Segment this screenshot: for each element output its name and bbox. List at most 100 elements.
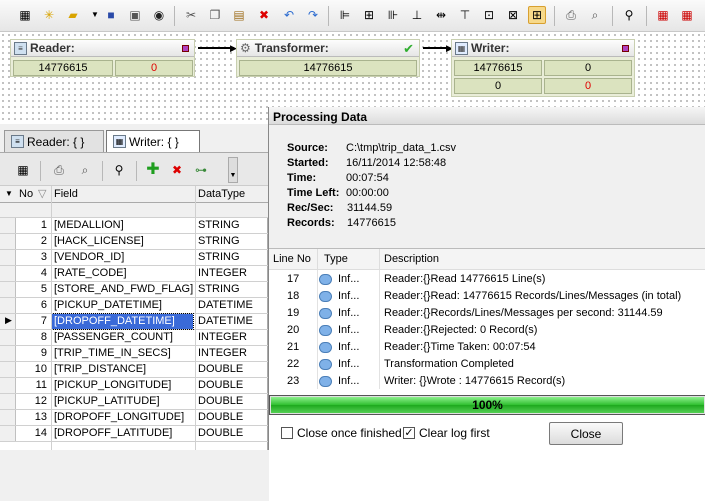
row-field[interactable]: [STORE_AND_FWD_FLAG] <box>54 283 193 295</box>
cut-icon[interactable]: ✂ <box>182 6 200 24</box>
row-type[interactable]: DATETIME <box>198 299 253 311</box>
log-header-line[interactable]: Line No <box>273 253 311 265</box>
tab-reader[interactable]: ≡ Reader: { } <box>4 130 104 152</box>
row-type[interactable]: DOUBLE <box>198 363 243 375</box>
row-type[interactable]: DOUBLE <box>198 379 243 391</box>
toolbar-overflow-icon[interactable]: ▼ <box>228 157 238 183</box>
filter-icon[interactable]: ▽ <box>38 187 46 200</box>
tab-writer[interactable]: ▦ Writer: { } <box>106 130 200 152</box>
row-type[interactable]: INTEGER <box>198 331 247 343</box>
table-row[interactable]: 6 [PICKUP_DATETIME] DATETIME <box>0 298 268 314</box>
field-print-icon[interactable]: ⎙ <box>50 161 68 179</box>
row-field[interactable]: [RATE_CODE] <box>54 267 127 279</box>
transformer-node[interactable]: ⚙ Transformer: ✔ 14776615 <box>236 39 420 77</box>
row-indicator[interactable] <box>0 362 16 377</box>
row-field[interactable]: [TRIP_TIME_IN_SECS] <box>54 347 171 359</box>
row-indicator[interactable] <box>0 346 16 361</box>
log-row[interactable]: 22 Inf... Transformation Completed <box>269 356 705 373</box>
distribute-v-icon[interactable]: ⊡ <box>480 6 498 24</box>
table-row[interactable]: 10 [TRIP_DISTANCE] DOUBLE <box>0 362 268 378</box>
row-type[interactable]: DOUBLE <box>198 411 243 423</box>
row-type[interactable]: STRING <box>198 219 240 231</box>
log-header-desc[interactable]: Description <box>384 253 439 265</box>
deploy-icon[interactable]: ◉ <box>150 6 168 24</box>
row-type[interactable]: INTEGER <box>198 267 247 279</box>
open-icon[interactable]: ▰ <box>64 6 82 24</box>
row-field[interactable]: [DROPOFF_LONGITUDE] <box>54 411 184 423</box>
log-row[interactable]: 19 Inf... Reader:{}Records/Lines/Messages … <box>269 305 705 322</box>
log-row[interactable]: 23 Inf... Writer: {}Wrote : 14776615 Recor… <box>269 373 705 390</box>
field-preview-icon[interactable]: ⌕ <box>76 161 94 179</box>
grid-header-type[interactable]: DataType <box>198 188 245 200</box>
table-row[interactable]: 5 [STORE_AND_FWD_FLAG] STRING <box>0 282 268 298</box>
row-indicator[interactable]: ▶ <box>0 314 16 329</box>
properties-icon[interactable]: ▦ <box>16 6 34 24</box>
table-row[interactable]: 8 [PASSENGER_COUNT] INTEGER <box>0 330 268 346</box>
row-type[interactable]: DATETIME <box>198 315 253 327</box>
writer-port-icon[interactable] <box>622 45 629 52</box>
tree-icon[interactable]: ⊶ <box>192 161 210 179</box>
row-field[interactable]: [PICKUP_DATETIME] <box>54 299 162 311</box>
writer-node[interactable]: ▦ Writer: 14776615 0 0 0 <box>451 39 635 97</box>
row-field[interactable]: [HACK_LICENSE] <box>54 235 144 247</box>
row-indicator[interactable] <box>0 250 16 265</box>
table-row[interactable]: 4 [RATE_CODE] INTEGER <box>0 266 268 282</box>
find-icon[interactable]: ⚲ <box>620 6 638 24</box>
log-row[interactable]: 21 Inf... Reader:{}Time Taken: 00:07:54 <box>269 339 705 356</box>
calendar-2-icon[interactable]: ▦ <box>678 6 696 24</box>
align-bottom-icon[interactable]: ⊥ <box>408 6 426 24</box>
add-field-icon[interactable]: ✚ <box>144 161 162 179</box>
row-indicator[interactable] <box>0 298 16 313</box>
grid-filter-row[interactable] <box>0 203 268 218</box>
row-type[interactable]: DOUBLE <box>198 427 243 439</box>
row-indicator[interactable] <box>0 394 16 409</box>
align-center-icon[interactable]: ⊞ <box>360 6 378 24</box>
delete-field-icon[interactable]: ✖ <box>168 161 186 179</box>
distribute-h-icon[interactable]: ⇹ <box>432 6 450 24</box>
field-properties-icon[interactable]: ▦ <box>14 161 32 179</box>
copy-icon[interactable]: ❐ <box>206 6 224 24</box>
row-indicator[interactable] <box>0 218 16 233</box>
table-row[interactable]: 9 [TRIP_TIME_IN_SECS] INTEGER <box>0 346 268 362</box>
row-type[interactable]: STRING <box>198 251 240 263</box>
table-row[interactable]: 11 [PICKUP_LONGITUDE] DOUBLE <box>0 378 268 394</box>
table-row[interactable]: 3 [VENDOR_ID] STRING <box>0 250 268 266</box>
fit-icon[interactable]: ⊞ <box>528 6 546 24</box>
row-field[interactable]: [VENDOR_ID] <box>54 251 124 263</box>
row-field[interactable]: [PICKUP_LONGITUDE] <box>54 379 171 391</box>
grid-menu-icon[interactable]: ▼ <box>5 189 13 198</box>
row-indicator[interactable] <box>0 426 16 441</box>
field-find-icon[interactable]: ⚲ <box>110 161 128 179</box>
table-row[interactable]: 2 [HACK_LICENSE] STRING <box>0 234 268 250</box>
reader-port-icon[interactable] <box>182 45 189 52</box>
row-field[interactable]: [MEDALLION] <box>54 219 124 231</box>
paste-icon[interactable]: ▤ <box>230 6 248 24</box>
row-indicator[interactable] <box>0 266 16 281</box>
close-once-checkbox[interactable] <box>281 427 293 439</box>
log-row[interactable]: 18 Inf... Reader:{}Read: 14776615 Records/… <box>269 288 705 305</box>
row-indicator[interactable] <box>0 378 16 393</box>
row-field[interactable]: [DROPOFF_LATITUDE] <box>54 427 172 439</box>
print-icon[interactable]: ⎙ <box>562 6 580 24</box>
row-indicator[interactable] <box>0 282 16 297</box>
row-type[interactable]: STRING <box>198 283 240 295</box>
redo-icon[interactable]: ↷ <box>304 6 322 24</box>
save-as-icon[interactable]: ▣ <box>126 6 144 24</box>
row-field[interactable]: [TRIP_DISTANCE] <box>54 363 146 375</box>
row-indicator[interactable] <box>0 410 16 425</box>
row-field[interactable]: [PICKUP_LATITUDE] <box>54 395 160 407</box>
row-type[interactable]: INTEGER <box>198 347 247 359</box>
reader-node[interactable]: ≡ Reader: 14776615 0 <box>10 39 195 77</box>
align-top-icon[interactable]: ⊤ <box>456 6 474 24</box>
log-list[interactable]: Line No Type Description 17 Inf... Reader:… <box>269 248 705 501</box>
calendar-icon[interactable]: ▦ <box>654 6 672 24</box>
save-icon[interactable]: ■ <box>102 6 120 24</box>
delete-icon[interactable]: ✖ <box>255 6 273 24</box>
log-header-type[interactable]: Type <box>324 253 348 265</box>
row-field[interactable]: [PASSENGER_COUNT] <box>54 331 173 343</box>
align-right-icon[interactable]: ⊪ <box>384 6 402 24</box>
align-left-icon[interactable]: ⊫ <box>336 6 354 24</box>
log-row[interactable]: 20 Inf... Reader:{}Rejected: 0 Record(s) <box>269 322 705 339</box>
row-field[interactable]: [DROPOFF_DATETIME] <box>51 313 194 330</box>
print-preview-icon[interactable]: ⌕ <box>586 6 604 24</box>
